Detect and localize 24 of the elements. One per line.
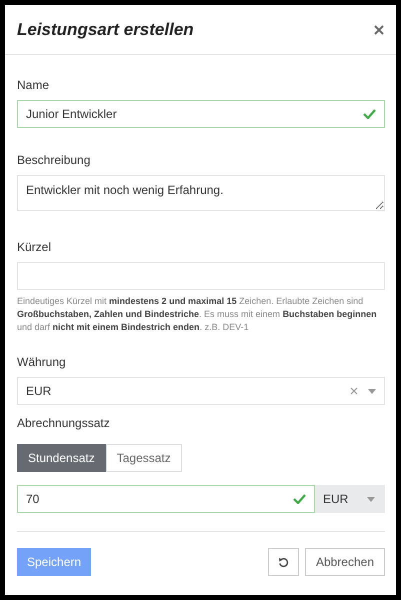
field-label: Währung bbox=[17, 355, 66, 369]
caret-icon bbox=[368, 388, 376, 394]
rate-toggle[interactable]: Stundensatz bbox=[17, 444, 106, 472]
checkmark-icon bbox=[363, 109, 376, 119]
dialog-title: Leistungsart erstellen bbox=[17, 20, 194, 40]
field-label: Beschreibung bbox=[17, 153, 90, 167]
field-label: Abrechnungssatz bbox=[17, 416, 110, 430]
description-field[interactable]: Entwickler mit noch wenig Erfahrung. bbox=[17, 175, 385, 211]
caret-icon bbox=[367, 496, 375, 502]
unit-select[interactable]: EUR bbox=[315, 485, 385, 513]
reset-icon bbox=[278, 556, 289, 568]
cancel-button[interactable]: Abbrechen bbox=[304, 548, 385, 576]
field-label: Kürzel bbox=[17, 240, 52, 254]
name-field[interactable]: Junior Entwickler bbox=[17, 100, 385, 128]
rate-toggle[interactable]: Tagessatz bbox=[106, 444, 182, 472]
help-text: Eindeutiges Kürzel mit mindestens 2 und maximal 15 Zeichen. Erlaubte Zeichen sind Großbuchstaben, Zahlen und Bindestriche. Es muss mit einem Buchstaben beginnen und darf nicht mit einem Bindestrich enden. z.B. DEV-1 bbox=[17, 295, 378, 334]
amount-field[interactable]: 70 bbox=[17, 485, 315, 513]
reset-button[interactable] bbox=[268, 548, 299, 576]
abbreviation-field[interactable] bbox=[17, 262, 385, 290]
currency-select[interactable]: EUR bbox=[17, 377, 385, 405]
checkmark-icon bbox=[293, 494, 306, 504]
close-icon[interactable] bbox=[374, 24, 384, 34]
field-label: Name bbox=[17, 78, 50, 92]
clear-icon[interactable] bbox=[350, 387, 358, 395]
